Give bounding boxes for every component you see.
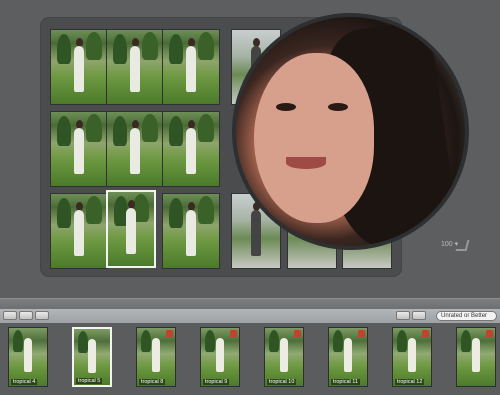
tree xyxy=(113,34,127,64)
thumb-label: tropical 5 xyxy=(76,378,103,384)
filmstrip: tropical 4 tropical 5 tropical 8 tropica… xyxy=(0,324,500,395)
tree xyxy=(198,114,214,142)
tree xyxy=(397,330,407,352)
tree xyxy=(57,198,71,228)
figure xyxy=(216,338,224,372)
viewer-area: 100 ▾ xyxy=(0,0,500,298)
rating-badge-icon xyxy=(294,330,301,337)
tree xyxy=(169,34,183,64)
filmstrip-thumb-6[interactable]: tropical 11 xyxy=(328,327,368,387)
thumb-label: tropical 10 xyxy=(267,379,297,385)
tree xyxy=(461,330,471,352)
figure xyxy=(251,210,261,256)
stack-photo-9[interactable] xyxy=(162,193,220,269)
filmstrip-thumb-2-selected[interactable]: tropical 5 xyxy=(72,327,112,387)
figure xyxy=(472,338,480,372)
filmstrip-thumb-5[interactable]: tropical 10 xyxy=(264,327,304,387)
filmstrip-toolbar: Unrated or Better xyxy=(0,309,500,324)
figure xyxy=(74,128,84,174)
stack-photo-8-selected[interactable] xyxy=(106,190,156,268)
eye xyxy=(328,103,348,111)
figure xyxy=(186,210,196,256)
figure xyxy=(186,46,196,92)
thumb-label: tropical 8 xyxy=(139,379,166,385)
stack-photo-2[interactable] xyxy=(106,29,164,105)
face xyxy=(254,53,374,223)
stack-photo-7[interactable] xyxy=(50,193,108,269)
tree xyxy=(113,116,127,146)
rotate-button[interactable] xyxy=(19,311,33,320)
thumb-label: tropical 9 xyxy=(203,379,230,385)
tree xyxy=(198,32,214,60)
filmstrip-thumb-7[interactable]: tropical 12 xyxy=(392,327,432,387)
rating-badge-icon xyxy=(230,330,237,337)
figure xyxy=(280,338,288,372)
loupe-resize-handle-icon[interactable] xyxy=(455,240,470,251)
stack-photo-6[interactable] xyxy=(162,111,220,187)
tree xyxy=(86,114,102,142)
tree xyxy=(142,32,158,60)
grid-button[interactable] xyxy=(412,311,426,320)
tree xyxy=(269,330,279,352)
tree xyxy=(169,116,183,146)
filter-field[interactable]: Unrated or Better xyxy=(436,311,497,321)
stack-photo-3[interactable] xyxy=(162,29,220,105)
rating-badge-icon xyxy=(422,330,429,337)
tree xyxy=(57,116,71,146)
tree xyxy=(198,196,214,224)
tree xyxy=(169,198,183,228)
figure xyxy=(152,338,160,372)
figure xyxy=(186,128,196,174)
view-button[interactable] xyxy=(396,311,410,320)
figure xyxy=(74,46,84,92)
pane-divider[interactable] xyxy=(0,298,500,309)
thumb-label: tropical 12 xyxy=(395,379,425,385)
layout-button[interactable] xyxy=(35,311,49,320)
tree xyxy=(78,331,88,353)
filmstrip-thumb-1[interactable]: tropical 4 xyxy=(8,327,48,387)
rating-badge-icon xyxy=(358,330,365,337)
stack-photo-4[interactable] xyxy=(50,111,108,187)
loupe-magnifier[interactable] xyxy=(232,13,469,250)
tree xyxy=(142,114,158,142)
figure xyxy=(24,338,32,372)
tree xyxy=(57,34,71,64)
stack-photo-1[interactable] xyxy=(50,29,108,105)
figure xyxy=(74,210,84,256)
lips xyxy=(286,157,326,169)
figure xyxy=(344,338,352,372)
figure xyxy=(126,208,136,254)
tree xyxy=(333,330,343,352)
tree xyxy=(86,196,102,224)
tree xyxy=(13,330,23,352)
filmstrip-thumb-3[interactable]: tropical 8 xyxy=(136,327,176,387)
eye xyxy=(276,103,296,111)
rating-badge-icon xyxy=(166,330,173,337)
tree xyxy=(86,32,102,60)
figure xyxy=(130,46,140,92)
thumb-label: tropical 4 xyxy=(11,379,38,385)
filmstrip-thumb-4[interactable]: tropical 9 xyxy=(200,327,240,387)
menu-button[interactable] xyxy=(3,311,17,320)
tree xyxy=(205,330,215,352)
tree xyxy=(141,330,151,352)
figure xyxy=(88,339,96,373)
figure xyxy=(130,128,140,174)
stack-photo-5[interactable] xyxy=(106,111,164,187)
thumb-label: tropical 11 xyxy=(331,379,360,385)
rating-badge-icon xyxy=(486,330,493,337)
filmstrip-thumb-8[interactable] xyxy=(456,327,496,387)
figure xyxy=(408,338,416,372)
